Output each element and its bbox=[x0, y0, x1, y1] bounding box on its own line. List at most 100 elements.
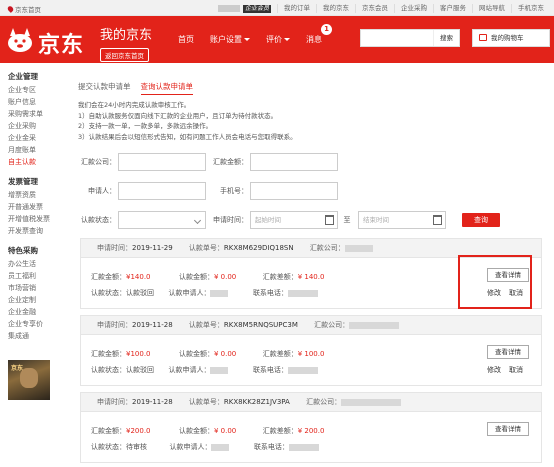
note-line: 2）支持一款一单，一款多单，多款远余操作。 bbox=[78, 122, 213, 130]
status-label: 认款状态： bbox=[81, 216, 116, 224]
sidebar-item-enterprise-finance[interactable]: 企业金采 bbox=[8, 132, 66, 144]
top-link-sitemap[interactable]: 网站导航 bbox=[472, 4, 511, 13]
jd-logo[interactable]: 京东 bbox=[4, 20, 94, 60]
sidebar-section-enterprise: 企业管理 企业专区 账户信息 采购需求单 企业采购 企业金采 月度账单 自主认款 bbox=[0, 71, 66, 168]
status-value: 待审核 bbox=[126, 443, 147, 451]
record-status-line: 认款状态：待审核 认款申请人： 联系电话： bbox=[91, 442, 319, 452]
cancel-link[interactable]: 取消 bbox=[509, 366, 523, 374]
diff-amount-value: ¥ 200.0 bbox=[297, 427, 325, 435]
order-no-value: RKX8M629DIQ18SN bbox=[223, 244, 294, 252]
redacted-applicant bbox=[210, 366, 229, 374]
order-no-label: 认款单号： bbox=[188, 398, 224, 406]
sidebar-item-office[interactable]: 办公生活 bbox=[8, 258, 66, 270]
main-content: 提交认款申请单 查询认款申请单 我们会在24小时内完成认款审核工作。 1）自助认… bbox=[72, 63, 554, 467]
remit-company-input[interactable] bbox=[118, 153, 206, 171]
claim-amount-value: ¥ 0.00 bbox=[213, 273, 237, 281]
remit-amount-input[interactable] bbox=[250, 153, 338, 171]
redacted-applicant bbox=[210, 289, 229, 297]
order-no-label: 认款单号： bbox=[188, 321, 224, 329]
start-date-input[interactable]: 起始时间 bbox=[250, 211, 338, 229]
sidebar-item-monthly-bill[interactable]: 月度账单 bbox=[8, 144, 66, 156]
claim-amount-value: ¥ 0.00 bbox=[213, 350, 237, 358]
phone-input[interactable] bbox=[250, 182, 338, 200]
end-date-placeholder: 结束时间 bbox=[363, 216, 389, 224]
view-details-button[interactable]: 查看详情 bbox=[487, 345, 529, 359]
tab-submit-claim[interactable]: 提交认款申请单 bbox=[78, 81, 131, 95]
top-link-my-jd[interactable]: 我的京东 bbox=[316, 4, 355, 13]
diff-amount-label: 汇款差额： bbox=[262, 273, 298, 281]
sidebar-item-vat-qualification[interactable]: 增票资质 bbox=[8, 189, 66, 201]
user-info[interactable]: 企业会员 bbox=[212, 4, 277, 13]
redacted-phone bbox=[288, 443, 319, 451]
status-value: 认款驳回 bbox=[126, 289, 154, 297]
sidebar-item-custom[interactable]: 企业定制 bbox=[8, 294, 66, 306]
tab-query-claim[interactable]: 查询认款申请单 bbox=[140, 81, 193, 95]
sidebar-item-self-claim[interactable]: 自主认款 bbox=[8, 156, 66, 168]
sidebar-ad-banner[interactable]: 京东 bbox=[8, 360, 50, 400]
sidebar-item-exclusive-price[interactable]: 企业专享价 bbox=[8, 318, 66, 330]
top-link-orders[interactable]: 我的订单 bbox=[277, 4, 316, 13]
member-tag: 企业会员 bbox=[242, 5, 271, 13]
remit-amount-value: ¥140.0 bbox=[126, 273, 151, 281]
query-button[interactable]: 查询 bbox=[462, 213, 500, 227]
nav-reviews[interactable]: 评价 bbox=[258, 34, 298, 45]
chevron-down-icon bbox=[193, 216, 202, 225]
applicant-input[interactable] bbox=[118, 182, 206, 200]
search-input[interactable]: 搜索 bbox=[360, 29, 460, 47]
modify-link[interactable]: 修改 bbox=[487, 366, 501, 374]
note-line: 我们会在24小时内完成认款审核工作。 bbox=[78, 101, 191, 109]
sidebar-item-marketing[interactable]: 市场营销 bbox=[8, 282, 66, 294]
calendar-icon[interactable] bbox=[325, 215, 334, 225]
sidebar-item-invoice-query[interactable]: 开发票查询 bbox=[8, 225, 66, 237]
record-body: 汇款金额：¥200.0 认款金额：¥ 0.00 汇款差额：¥ 200.0 认款状… bbox=[81, 412, 541, 462]
remit-amount-label: 汇款金额： bbox=[213, 158, 248, 166]
claim-amount-label: 认款金额： bbox=[178, 273, 214, 281]
claim-amount-label: 认款金额： bbox=[178, 427, 214, 435]
view-details-button[interactable]: 查看详情 bbox=[487, 422, 529, 436]
sidebar-item-welfare[interactable]: 员工福利 bbox=[8, 270, 66, 282]
sidebar-item-normal-invoice[interactable]: 开普通发票 bbox=[8, 201, 66, 213]
cart-button[interactable]: 我的购物车 bbox=[472, 29, 550, 47]
phone-label: 手机号： bbox=[220, 187, 248, 195]
applicant-label: 认款申请人： bbox=[169, 443, 212, 451]
sidebar-item-account-info[interactable]: 账户信息 bbox=[8, 96, 66, 108]
form-row-2: 申请人： 手机号： bbox=[72, 182, 542, 200]
nav-home[interactable]: 首页 bbox=[170, 34, 202, 45]
record-status-line: 认款状态：认款驳回 认款申请人： 联系电话： bbox=[91, 365, 318, 375]
diff-amount-value: ¥ 100.0 bbox=[297, 350, 325, 358]
sidebar-item-enterprise-zone[interactable]: 企业专区 bbox=[8, 84, 66, 96]
search-button[interactable]: 搜索 bbox=[433, 30, 459, 46]
phone-label: 联系电话： bbox=[252, 289, 288, 297]
top-link-mobile[interactable]: 手机京东 bbox=[511, 4, 550, 13]
redacted-company bbox=[344, 244, 373, 252]
home-link[interactable]: 京东首页 bbox=[6, 4, 41, 14]
end-date-input[interactable]: 结束时间 bbox=[358, 211, 446, 229]
tab-bar: 提交认款申请单 查询认款申请单 bbox=[78, 81, 193, 95]
back-home-button[interactable]: 返回京东首页 bbox=[100, 48, 149, 62]
top-link-enterprise[interactable]: 企业采购 bbox=[394, 4, 433, 13]
status-label: 认款状态： bbox=[91, 443, 126, 451]
nav-messages[interactable]: 消息 1 bbox=[298, 24, 332, 45]
sidebar-item-purchase-request[interactable]: 采购需求单 bbox=[8, 108, 66, 120]
calendar-icon[interactable] bbox=[433, 215, 442, 225]
status-select[interactable] bbox=[118, 211, 206, 229]
phone-label: 联系电话： bbox=[253, 443, 289, 451]
redacted-phone bbox=[287, 366, 318, 374]
sidebar-item-finance[interactable]: 企业金融 bbox=[8, 306, 66, 318]
sidebar-item-vat-invoice[interactable]: 开增值税发票 bbox=[8, 213, 66, 225]
apply-time-value: 2019-11-29 bbox=[132, 244, 173, 252]
instructions: 我们会在24小时内完成认款审核工作。 1）自助认款服务仅面向线下汇款的企业用户，… bbox=[78, 100, 297, 142]
diff-amount-value: ¥ 140.0 bbox=[297, 273, 325, 281]
record-header: 申请时间：2019-11-28 认款单号：RKX8M5RNQSUPC3M 汇款公… bbox=[81, 316, 541, 335]
claim-record-card: 申请时间：2019-11-28 认款单号：RKX8KK28Z1JV3PA 汇款公… bbox=[80, 392, 542, 463]
nav-account-settings[interactable]: 账户设置 bbox=[202, 34, 258, 45]
sidebar-item-enterprise-purchase[interactable]: 企业采购 bbox=[8, 120, 66, 132]
order-no-value: RKX8M5RNQSUPC3M bbox=[223, 321, 298, 329]
note-line: 3）认款结果后会以短信形式告知，如有问题工作人员会电话与您取得联系。 bbox=[78, 132, 297, 141]
form-row-3: 认款状态： 申请时间： 起始时间 至 结束时间 查询 bbox=[72, 211, 542, 229]
top-link-member[interactable]: 京东会员 bbox=[355, 4, 394, 13]
record-amounts: 汇款金额：¥100.0 认款金额：¥ 0.00 汇款差额：¥ 100.0 bbox=[91, 349, 324, 359]
nav-messages-label: 消息 bbox=[306, 35, 322, 44]
sidebar-item-integration[interactable]: 集成通 bbox=[8, 330, 66, 342]
top-link-service[interactable]: 客户服务 bbox=[433, 4, 472, 13]
